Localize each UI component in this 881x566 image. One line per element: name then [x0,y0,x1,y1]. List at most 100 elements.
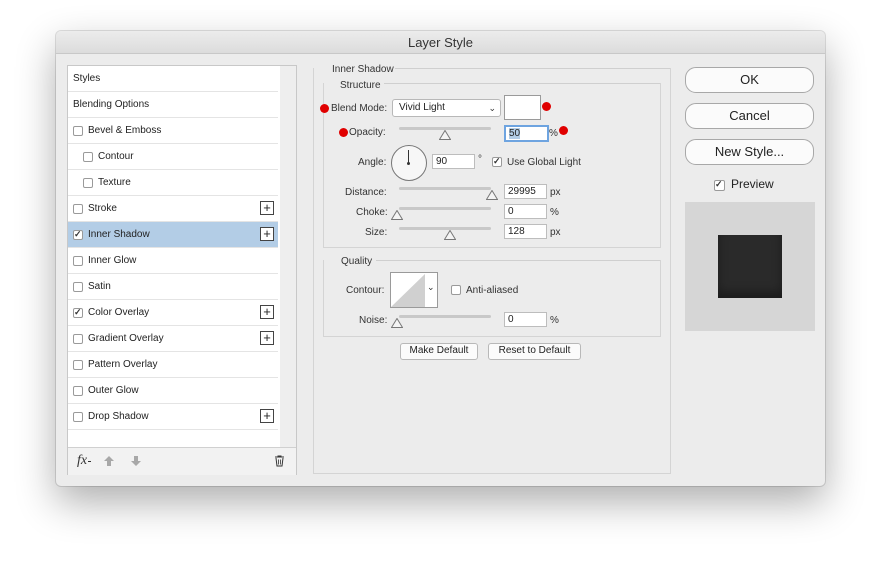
add-effect-icon[interactable]: + [260,227,274,241]
move-up-icon[interactable] [103,455,115,467]
style-list-label: Styles [73,73,101,84]
style-list-checkbox[interactable] [73,256,83,266]
style-list-label: Inner Glow [88,255,137,266]
distance-slider[interactable] [399,187,491,190]
style-list-item[interactable]: Color Overlay + [68,300,278,326]
add-effect-icon[interactable]: + [260,331,274,345]
contour-linear-icon [391,273,426,307]
shadow-color-swatch[interactable] [504,95,541,120]
angle-input[interactable]: 90 [432,154,475,169]
chevron-down-icon: ⌄ [427,282,435,292]
fx-button[interactable]: fx [77,453,87,469]
new-style-button[interactable]: New Style... [685,139,814,165]
angle-label: Angle: [358,157,387,168]
reset-to-default-button[interactable]: Reset to Default [488,343,581,360]
size-unit: px [550,227,561,238]
style-list-checkbox[interactable] [83,178,93,188]
move-down-icon[interactable] [130,455,142,467]
style-list-item[interactable]: Drop Shadow + [68,404,278,430]
style-list-label: Stroke [88,203,117,214]
style-list-checkbox[interactable] [83,152,93,162]
style-list-item[interactable]: Inner Shadow + [68,222,278,248]
anti-aliased-label: Anti-aliased [466,285,519,296]
blend-mode-value: Vivid Light [399,102,445,113]
annotation-dot [542,102,551,111]
style-list-item[interactable]: Texture [68,170,278,196]
style-list-checkbox[interactable] [73,386,83,396]
style-list-item[interactable]: Blending Options [68,92,278,118]
contour-picker[interactable] [390,272,427,308]
add-effect-icon[interactable]: + [260,305,274,319]
use-global-light-label: Use Global Light [507,157,581,168]
angle-dial[interactable] [391,145,427,181]
cancel-button[interactable]: Cancel [685,103,814,129]
choke-slider[interactable] [399,207,491,210]
style-list-checkbox[interactable] [73,334,83,344]
chevron-down-icon: ⌄ [488,103,496,113]
inner-shadow-title: Inner Shadow [331,64,395,75]
style-list-item[interactable]: Satin [68,274,278,300]
choke-input[interactable]: 0 [504,204,547,219]
style-list-item[interactable]: Contour [68,144,278,170]
ok-button[interactable]: OK [685,67,814,93]
noise-slider[interactable] [399,315,491,318]
add-effect-icon[interactable]: + [260,409,274,423]
style-list-item[interactable]: Outer Glow [68,378,278,404]
size-input[interactable]: 128 [504,224,547,239]
style-list-label: Blending Options [73,99,150,110]
distance-label: Distance: [345,187,387,198]
style-list-label: Texture [98,177,131,188]
trash-icon[interactable] [274,455,285,467]
style-list-item[interactable]: Stroke + [68,196,278,222]
opacity-value: 50 [509,128,521,139]
style-list-item[interactable]: Inner Glow [68,248,278,274]
distance-input[interactable]: 29995 [504,184,547,199]
use-global-light-checkbox[interactable] [492,156,502,167]
preview-checkbox[interactable] [714,179,725,191]
annotation-dot [339,128,348,137]
section-divider [380,68,670,69]
style-list-label: Pattern Overlay [88,359,158,370]
noise-unit: % [550,315,559,326]
blend-mode-label: Blend Mode: [331,103,388,114]
opacity-input[interactable]: 50 [504,125,549,142]
style-list-label: Satin [88,281,111,292]
style-list-checkbox[interactable] [73,282,83,292]
section-divider [376,260,660,261]
angle-unit: ° [478,154,482,165]
dialog-title: Layer Style [56,31,825,54]
opacity-slider-thumb[interactable] [438,129,452,143]
style-list-checkbox[interactable] [73,412,83,422]
style-list-checkbox[interactable] [73,204,83,214]
style-list-label: Bevel & Emboss [88,125,162,136]
distance-unit: px [550,187,561,198]
style-list-item[interactable]: Styles [68,66,278,92]
style-list-label: Contour [98,151,134,162]
style-list-checkbox[interactable] [73,229,83,240]
style-list-checkbox[interactable] [73,307,83,318]
quality-title: Quality [341,256,373,267]
style-list-item[interactable]: Bevel & Emboss [68,118,278,144]
opacity-label: Opacity: [349,127,386,138]
style-list-checkbox[interactable] [73,360,83,370]
preview-label: Preview [731,177,774,191]
anti-aliased-checkbox[interactable] [451,285,461,295]
style-list-checkbox[interactable] [73,126,83,136]
style-list-label: Inner Shadow [88,229,150,240]
noise-input[interactable]: 0 [504,312,547,327]
style-list-label: Outer Glow [88,385,139,396]
style-list-item[interactable]: Pattern Overlay [68,352,278,378]
choke-slider-thumb[interactable] [390,209,404,223]
noise-slider-thumb[interactable] [390,317,404,331]
add-effect-icon[interactable]: + [260,201,274,215]
size-slider-thumb[interactable] [443,229,457,243]
make-default-button[interactable]: Make Default [400,343,478,360]
size-label: Size: [365,227,388,238]
style-list-item[interactable]: Gradient Overlay + [68,326,278,352]
contour-dropdown[interactable]: ⌄ [425,272,438,308]
styles-list-scrollbar[interactable] [280,66,296,447]
blend-mode-select[interactable]: Vivid Light ⌄ [392,99,501,117]
preview-area [685,202,815,331]
style-list-label: Drop Shadow [88,411,149,422]
distance-slider-thumb[interactable] [485,189,499,203]
